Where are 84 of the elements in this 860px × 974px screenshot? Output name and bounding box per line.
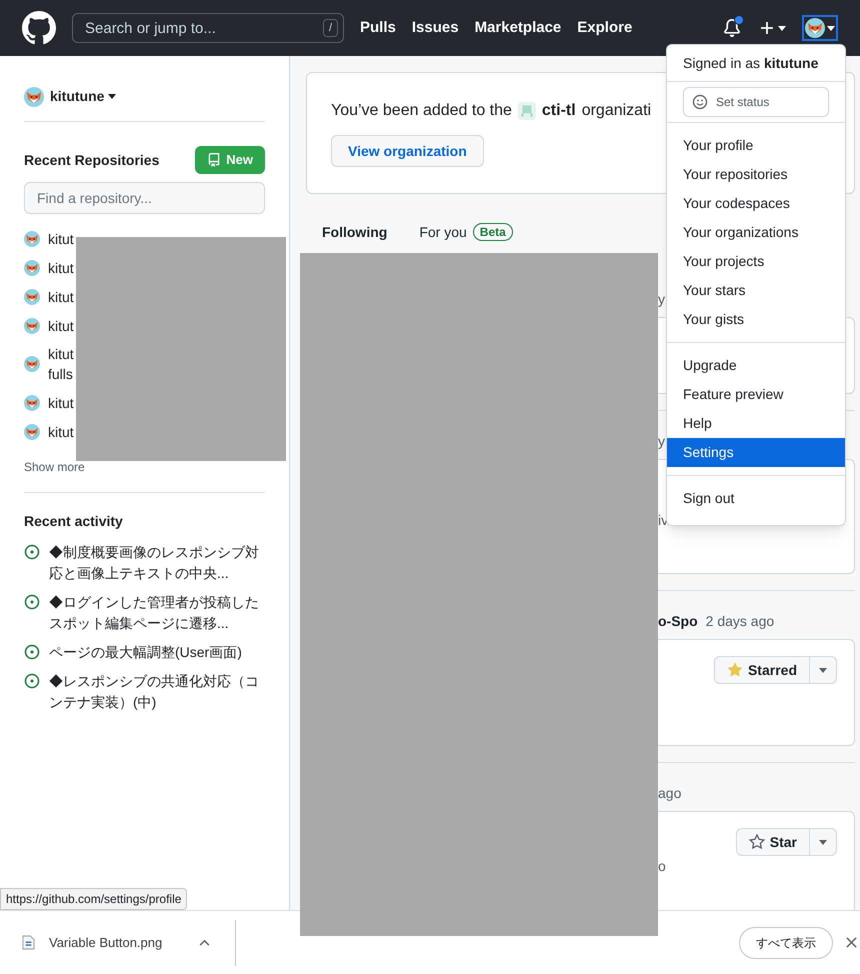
section-title: Recent activity [24,512,124,531]
card-text: o [658,857,666,876]
create-new-button[interactable] [759,20,786,36]
feed-heading: y [658,290,665,309]
menu-item[interactable]: Your organizations [667,218,845,247]
open-issue-icon [24,594,40,610]
repository-link[interactable]: kitut fulls [48,344,74,384]
bell-icon [723,19,741,37]
open-issue-icon [24,644,40,660]
feed-tab[interactable]: For you Beta [419,222,513,242]
organization-link[interactable]: cti-tl [542,99,576,123]
nav-link[interactable]: Explore [577,16,632,40]
repository-link[interactable]: kitut [48,316,74,336]
section-title: Recent Repositories [24,150,160,170]
timestamp: 2 days ago [706,612,774,631]
show-more-link[interactable]: Show more [24,458,265,476]
feed-heading: o-Spo [658,612,698,631]
repository-link[interactable]: kitut [48,286,74,306]
star-button[interactable]: Starred [714,657,810,683]
menu-item[interactable]: Help [667,409,845,438]
caret-icon [778,26,786,30]
notice-text: organizati [582,101,652,121]
feed-tab[interactable]: Following [322,222,388,242]
view-organization-button[interactable]: View organization [331,135,484,167]
repository-link[interactable]: kitut [48,228,74,248]
menu-item[interactable]: Your projects [667,247,845,276]
fox-avatar-icon [24,394,40,410]
caret-icon [827,26,835,30]
open-issue-icon [24,673,40,689]
set-status-button[interactable]: Set status [683,87,829,117]
menu-item[interactable]: Your gists [667,305,845,334]
activity-link[interactable]: ◆ログインした管理者が投稿したスポット編集ページに遷移... [49,592,261,634]
show-all-button[interactable]: すべて表示 [739,926,833,958]
timestamp: ago [658,784,682,803]
download-item[interactable]: Variable Button.png [0,920,236,966]
fox-avatar-icon [805,18,825,38]
open-issue-icon [24,544,40,560]
activity-link[interactable]: ◆レスポンシブの共通化対応（コンテナ実装）(中) [49,671,261,713]
caret-icon [819,840,827,844]
fox-avatar-icon [24,424,40,440]
logo-icon[interactable] [22,11,56,45]
star-icon [748,834,765,850]
fox-avatar-icon [24,356,40,372]
caret-icon [819,668,827,672]
fox-avatar-icon [24,260,40,276]
activity-link[interactable]: ◆制度概要画像のレスポンシブ対応と画像上テキストの中央... [49,542,261,584]
close-icon[interactable] [846,937,857,948]
fox-avatar-icon [24,288,40,304]
activity-link[interactable]: ページの最大幅調整(User画面) [49,642,261,663]
repository-link[interactable]: kitut [48,392,74,412]
fox-avatar-icon [24,318,40,334]
organization-avatar-icon [518,102,536,120]
repo-icon [207,153,222,167]
shortcut-key: / [322,19,338,37]
menu-item[interactable]: Settings [667,438,845,467]
beta-label: Beta [472,223,513,241]
status-url: https://github.com/settings/profile [0,888,188,910]
profile-menu-button[interactable] [802,15,838,41]
menu-item[interactable]: Feature preview [667,380,845,409]
repository-link[interactable]: kitut [48,422,74,442]
chevron-up-icon [199,939,210,946]
star-button[interactable]: Star [736,829,810,855]
feed-heading: y [658,432,665,451]
menu-item[interactable]: Your repositories [667,160,845,189]
repository-filter-field[interactable]: Find a repository... [24,182,265,214]
signed-in-text: Signed in as kitutune [682,54,820,73]
caret-icon [108,94,116,99]
account-switcher[interactable]: kitutune [50,86,116,107]
nav-link[interactable]: Issues [412,16,459,40]
fox-avatar-icon [24,230,40,246]
menu-item[interactable]: Your profile [667,131,845,160]
plus-icon [759,20,775,36]
menu-item[interactable]: Upgrade [667,351,845,380]
menu-item[interactable]: Sign out [667,484,845,513]
file-icon [22,935,35,950]
nav-link[interactable]: Pulls [360,16,396,40]
nav-link[interactable]: Marketplace [474,16,562,40]
menu-item[interactable]: Your stars [667,276,845,305]
repository-link[interactable]: kitut [48,258,74,278]
smiley-icon [692,94,708,110]
fox-avatar-icon [24,86,44,106]
star-icon [726,662,743,678]
menu-item[interactable]: Your codespaces [667,189,845,218]
notice-text: You’ve been added to the [331,101,512,121]
